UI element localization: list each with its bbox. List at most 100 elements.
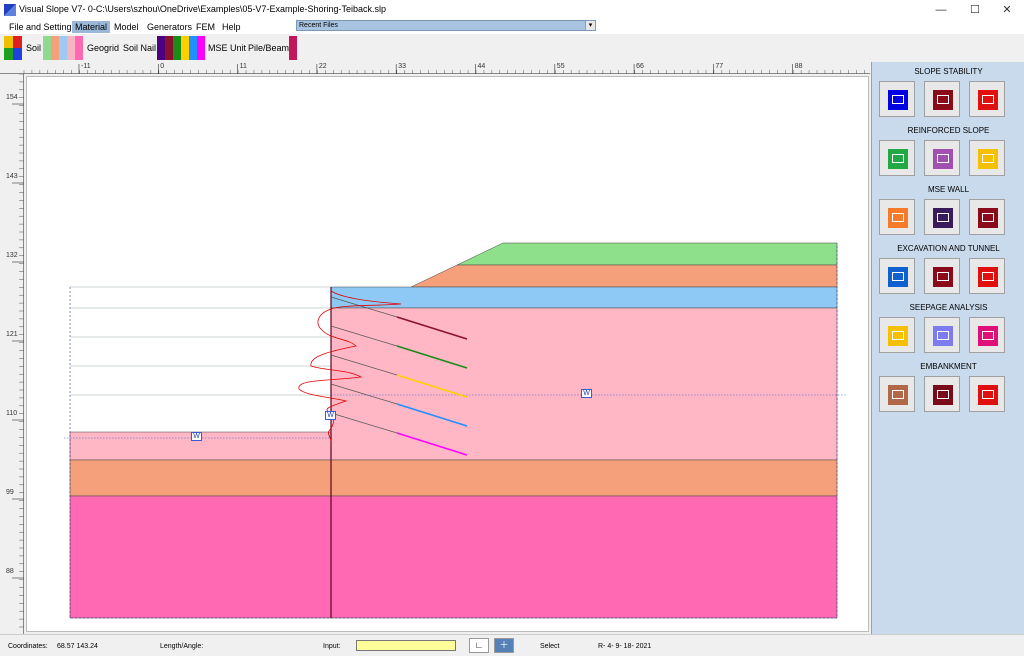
app-icon — [4, 4, 16, 16]
soil-swatch[interactable] — [51, 36, 59, 60]
icon-glyph — [892, 390, 904, 399]
nail-swatch[interactable] — [165, 36, 173, 60]
recent-files-label: Recent Files — [299, 22, 338, 29]
drawing-canvas[interactable]: W W W — [26, 76, 869, 632]
panel-section-title: EMBANKMENT — [920, 362, 977, 371]
icon-glyph — [892, 331, 904, 340]
tunnel-button[interactable] — [969, 258, 1005, 294]
menu-generators[interactable]: Generators — [144, 21, 195, 33]
icon-glyph — [892, 213, 904, 222]
maximize-button[interactable]: ☐ — [960, 2, 990, 18]
reinforced-slope-1-icon — [888, 149, 908, 169]
excavation-1-icon — [888, 267, 908, 287]
soil-palette-icon[interactable] — [4, 36, 22, 60]
soil-layer-green — [456, 242, 838, 266]
water-marker-wall: W — [325, 411, 336, 420]
menu-model[interactable]: Model — [111, 21, 142, 33]
icon-glyph — [982, 95, 994, 104]
icon-glyph — [937, 154, 949, 163]
vruler-label: 154 — [6, 94, 18, 101]
hruler-label: 44 — [477, 63, 486, 70]
seepage-3-button[interactable] — [969, 317, 1005, 353]
vruler-label: 99 — [6, 489, 14, 496]
slope-stability-1-icon — [888, 90, 908, 110]
reinforced-slope-3-icon — [978, 149, 998, 169]
vruler-ticks — [12, 74, 24, 628]
close-button[interactable]: ✕ — [992, 2, 1022, 18]
excavation-2-button[interactable] — [924, 258, 960, 294]
recent-files-dropdown[interactable]: Recent Files ▾ — [296, 20, 596, 31]
pile-beam-button[interactable]: Pile/Beam — [248, 43, 289, 53]
minimize-button[interactable]: — — [926, 2, 956, 18]
vruler-label: 132 — [6, 252, 18, 259]
mse-wall-3-button[interactable] — [969, 199, 1005, 235]
menu-help[interactable]: Help — [219, 21, 244, 33]
water-marker-left: W — [191, 432, 202, 441]
nail-swatch[interactable] — [173, 36, 181, 60]
icon-glyph — [937, 213, 949, 222]
corner-icon: ∟ — [474, 640, 484, 650]
material-toolbar: Soil Geogrid Soil Nail MSE Unit Pile/Bea… — [0, 34, 1024, 62]
soil-nail-button[interactable]: Soil Nail — [123, 43, 156, 53]
seepage-2-icon — [933, 326, 953, 346]
icon-glyph — [982, 390, 994, 399]
coordinates-value: 68.57 143.24 — [57, 643, 98, 650]
panel-section-title: SEEPAGE ANALYSIS — [909, 303, 988, 312]
slope-stability-1-button[interactable] — [879, 81, 915, 117]
hruler-label: 66 — [636, 63, 644, 70]
coordinates-label: Coordinates: — [8, 643, 48, 650]
mse-wall-1-button[interactable] — [879, 199, 915, 235]
plus-icon: ＋ — [499, 640, 509, 650]
vruler-label: 110 — [6, 410, 18, 417]
hruler-label: 88 — [794, 63, 803, 70]
reinforced-slope-3-button[interactable] — [969, 140, 1005, 176]
mse-wall-1-icon — [888, 208, 908, 228]
excavation-2-icon — [933, 267, 953, 287]
window-title: Visual Slope V7- 0-C:\Users\szhou\OneDri… — [19, 4, 386, 14]
nail-swatch[interactable] — [197, 36, 205, 60]
embankment-1-button[interactable] — [879, 376, 915, 412]
pile-swatch[interactable] — [289, 36, 297, 60]
soil-swatch[interactable] — [59, 36, 67, 60]
menu-file-and-setting[interactable]: File and Setting — [6, 21, 75, 33]
reinforced-slope-1-button[interactable] — [879, 140, 915, 176]
embankment-3-button[interactable] — [969, 376, 1005, 412]
length-angle-label: Length/Angle: — [160, 643, 204, 650]
water-marker-right: W — [581, 389, 592, 398]
vruler-label: 121 — [6, 331, 18, 338]
nail-swatch[interactable] — [189, 36, 197, 60]
chevron-down-icon[interactable]: ▾ — [585, 21, 595, 30]
soil-layer-pink — [330, 307, 838, 461]
menu-material[interactable]: Material — [72, 21, 111, 33]
geogrid-button[interactable]: Geogrid — [87, 43, 119, 53]
mse-unit-button[interactable]: MSE Unit — [208, 43, 246, 53]
seepage-1-button[interactable] — [879, 317, 915, 353]
menu-fem[interactable]: FEM — [193, 21, 218, 33]
soil-button[interactable]: Soil — [26, 43, 41, 53]
embankment-2-button[interactable] — [924, 376, 960, 412]
embankment-3-icon — [978, 385, 998, 405]
seepage-2-button[interactable] — [924, 317, 960, 353]
soil-swatch[interactable] — [43, 36, 51, 60]
soil-swatch[interactable] — [67, 36, 75, 60]
title-bar: Visual Slope V7- 0-C:\Users\szhou\OneDri… — [0, 0, 1024, 20]
soil-swatch[interactable] — [75, 36, 83, 60]
seepage-1-icon — [888, 326, 908, 346]
slope-stability-2-button[interactable] — [924, 81, 960, 117]
icon-glyph — [982, 272, 994, 281]
reinforced-slope-2-button[interactable] — [924, 140, 960, 176]
snap-tool-button[interactable]: ＋ — [494, 638, 514, 653]
corner-tool-button[interactable]: ∟ — [469, 638, 489, 653]
mse-wall-2-button[interactable] — [924, 199, 960, 235]
slope-model[interactable] — [27, 77, 870, 633]
nail-swatch[interactable] — [181, 36, 189, 60]
nail-swatch[interactable] — [157, 36, 165, 60]
panel-section-title: EXCAVATION AND TUNNEL — [897, 244, 1000, 253]
panel-section-title: SLOPE STABILITY — [914, 67, 983, 76]
excavation-1-button[interactable] — [879, 258, 915, 294]
input-label: Input: — [323, 643, 341, 650]
icon-glyph — [937, 390, 949, 399]
input-field[interactable] — [356, 640, 456, 651]
icon-glyph — [982, 213, 994, 222]
slope-stability-3-button[interactable] — [969, 81, 1005, 117]
